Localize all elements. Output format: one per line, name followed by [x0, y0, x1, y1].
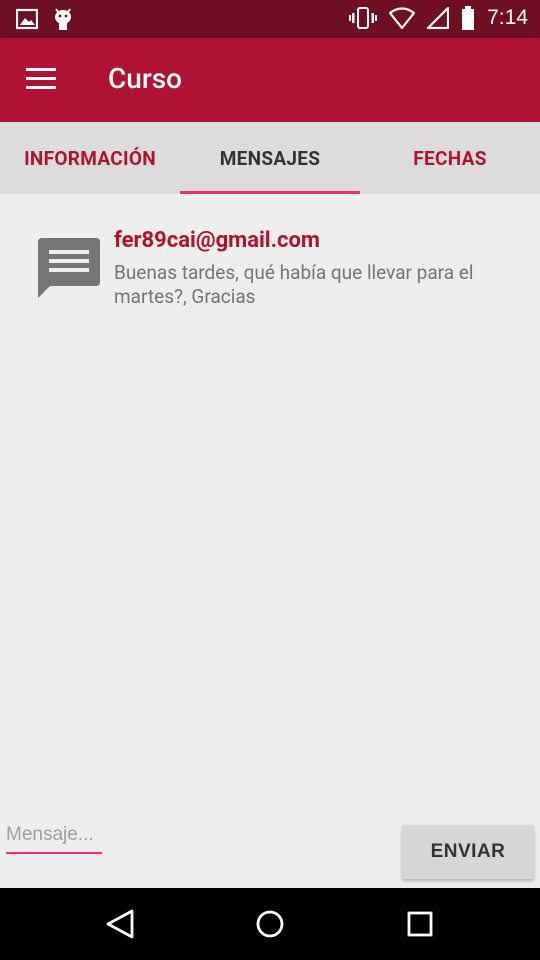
- home-icon[interactable]: [252, 906, 288, 942]
- tab-informacion[interactable]: INFORMACIÓN: [0, 122, 180, 194]
- page-title: Curso: [108, 62, 183, 95]
- tab-mensajes[interactable]: MENSAJES: [180, 122, 360, 194]
- status-time: 7:14: [487, 6, 528, 29]
- vibrate-icon: [349, 7, 378, 29]
- recents-icon[interactable]: [402, 906, 438, 942]
- status-bar: 7:14: [0, 0, 540, 38]
- tab-bar: INFORMACIÓN MENSAJES FECHAS: [0, 122, 540, 194]
- navigation-bar: [0, 888, 540, 960]
- status-left-icons: [16, 7, 74, 31]
- battery-icon: [462, 6, 475, 30]
- app-toolbar: Curso: [0, 38, 540, 122]
- message-text: Buenas tardes, qué había que llevar para…: [114, 261, 474, 308]
- android-debug-icon: [55, 8, 71, 30]
- message-input-wrapper: [6, 818, 104, 856]
- message-input[interactable]: [6, 818, 102, 854]
- image-notification-icon: [16, 8, 38, 30]
- cell-signal-icon: [427, 7, 450, 29]
- message-item[interactable]: fer89cai@gmail.com Buenas tardes, qué ha…: [36, 226, 516, 316]
- back-icon[interactable]: [102, 906, 138, 942]
- message-sender: fer89cai@gmail.com: [114, 228, 320, 253]
- status-right-icons: 7:14: [349, 6, 528, 30]
- wifi-icon: [389, 7, 416, 29]
- hamburger-menu-icon[interactable]: [26, 68, 56, 92]
- tab-fechas[interactable]: FECHAS: [360, 122, 540, 194]
- message-bubble-icon: [38, 238, 100, 298]
- send-button[interactable]: ENVIAR: [402, 825, 534, 879]
